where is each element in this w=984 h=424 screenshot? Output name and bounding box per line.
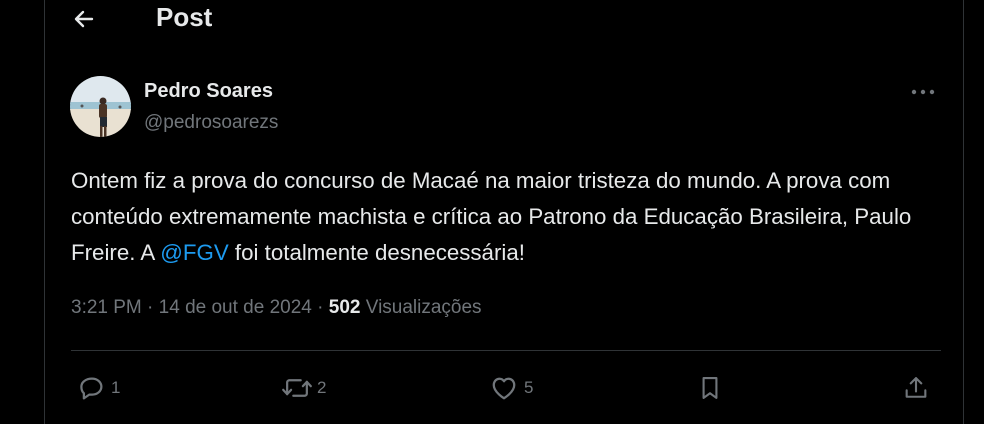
author-handle[interactable]: @pedrosoarezs xyxy=(144,112,278,134)
bookmark-icon xyxy=(702,377,718,399)
reply-button[interactable]: 1 xyxy=(77,370,120,406)
repost-count: 2 xyxy=(317,378,327,397)
more-options-button[interactable] xyxy=(909,80,937,104)
more-horizontal-icon xyxy=(911,89,935,95)
heart-icon xyxy=(492,377,516,400)
repost-button[interactable]: 2 xyxy=(281,370,326,406)
views-count: 502 xyxy=(328,297,361,318)
repost-icon xyxy=(282,379,312,397)
post-column: Post Pedro Soares @pedrosoarezs Ontem fi… xyxy=(44,0,964,424)
meta-separator: · xyxy=(147,297,154,318)
like-count: 5 xyxy=(524,378,534,397)
post-meta: 3:21 PM · 14 de out de 2024 · 502 Visual… xyxy=(71,297,482,319)
back-button[interactable] xyxy=(67,4,101,34)
arrow-left-icon xyxy=(74,10,94,28)
post-text-after: foi totalmente desnecessária! xyxy=(228,240,525,265)
reply-icon xyxy=(80,377,103,400)
mention-link[interactable]: @FGV xyxy=(160,240,228,265)
divider xyxy=(71,350,941,351)
share-button[interactable] xyxy=(902,370,930,406)
avatar[interactable] xyxy=(70,76,131,137)
post-text: Ontem fiz a prova do concurso de Macaé n… xyxy=(71,163,951,271)
post-time[interactable]: 3:21 PM xyxy=(71,297,142,318)
reply-count: 1 xyxy=(111,378,121,397)
page-title: Post xyxy=(156,2,213,32)
bookmark-button[interactable] xyxy=(696,370,724,406)
author-name[interactable]: Pedro Soares xyxy=(144,80,273,103)
views-label: Visualizações xyxy=(365,297,482,318)
post-date[interactable]: 14 de out de 2024 xyxy=(159,297,312,318)
like-button[interactable]: 5 xyxy=(488,370,533,406)
share-icon xyxy=(905,377,927,398)
post-header: Post xyxy=(45,0,963,40)
meta-separator: · xyxy=(317,297,324,318)
